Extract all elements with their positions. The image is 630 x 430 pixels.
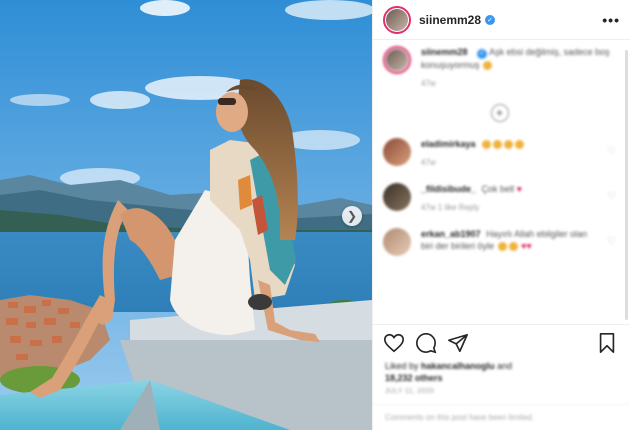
red-heart-emoji-icon: ♥ — [516, 184, 522, 194]
comment-item: eladimirkaya 47w ♡ — [383, 138, 616, 169]
caption: siinemm28 ✓ Aşk ebsi değilmiş, sadece bo… — [383, 46, 616, 90]
comment-text: Çok bell — [481, 184, 515, 194]
heart-icon[interactable] — [383, 332, 405, 354]
like-comment-heart-icon[interactable]: ♡ — [607, 236, 616, 256]
chevron-right-icon: ❯ — [346, 209, 358, 223]
verified-icon: ✓ — [485, 14, 496, 25]
action-bar — [373, 324, 630, 360]
liked-by-user[interactable]: hakancalhanoglu — [421, 361, 495, 371]
post-date: JULY 11, 2020 — [385, 388, 435, 395]
commenter-avatar[interactable] — [383, 183, 411, 211]
like-comment-heart-icon[interactable]: ♡ — [607, 146, 616, 169]
caption-username[interactable]: siinemm28 — [421, 47, 468, 57]
comments-list: siinemm28 ✓ Aşk ebsi değilmiş, sadece bo… — [383, 46, 616, 320]
post-photo[interactable]: ❯ — [0, 0, 372, 430]
photo-scene — [0, 0, 372, 430]
comment-item: erkan_ab1907 Hayırlı Allah ebilgiler ola… — [383, 228, 616, 256]
author-avatar[interactable] — [383, 5, 411, 34]
likes-count[interactable]: 18,232 others — [385, 373, 443, 383]
comment-username[interactable]: eladimirkaya — [421, 139, 476, 149]
likes-middle: and — [497, 361, 513, 371]
emoji-icon — [482, 140, 492, 150]
plus-icon: + — [495, 106, 503, 120]
post-header: siinemm28 ✓ ••• — [373, 0, 630, 40]
likes-summary: Liked by hakancalhanoglu and 18,232 othe… — [385, 360, 616, 384]
smile-emoji-icon — [483, 61, 493, 71]
commenter-avatar[interactable] — [383, 138, 411, 166]
comment-item: _fildisibude_ Çok bell ♥ 47w 1 like Repl… — [383, 183, 616, 214]
more-icon[interactable]: ••• — [602, 12, 620, 28]
comments-scrollbar[interactable] — [625, 50, 628, 320]
emoji-icon — [497, 242, 507, 252]
emoji-icon — [504, 140, 514, 150]
author-username[interactable]: siinemm28 — [419, 13, 481, 27]
add-comment-area: Comments on this post have been limited. — [373, 404, 630, 430]
emoji-icon — [515, 140, 525, 150]
caption-avatar[interactable] — [383, 46, 411, 74]
emoji-icon — [508, 242, 518, 252]
share-icon[interactable] — [447, 332, 469, 354]
like-comment-heart-icon[interactable]: ♡ — [607, 191, 616, 214]
comment-meta: 47w — [421, 158, 436, 167]
red-heart-emoji-icon: ♥♥ — [521, 241, 532, 251]
bookmark-icon[interactable] — [596, 332, 618, 354]
next-photo-button[interactable]: ❯ — [342, 206, 362, 226]
comment-icon[interactable] — [415, 332, 437, 354]
verified-icon: ✓ — [477, 49, 488, 59]
comment-username[interactable]: erkan_ab1907 — [421, 229, 481, 239]
comment-username[interactable]: _fildisibude_ — [421, 184, 476, 194]
emoji-icon — [493, 140, 503, 150]
load-more-comments-button[interactable]: + — [490, 104, 509, 122]
comment-meta: 47w 1 like Reply — [421, 203, 480, 212]
likes-prefix: Liked by — [385, 361, 419, 371]
caption-age: 47w — [421, 79, 436, 88]
post-details-panel: siinemm28 ✓ ••• siinemm28 ✓ Aşk ebsi değ… — [372, 0, 630, 430]
post-viewer: ❯ siinemm28 ✓ ••• siinemm28 ✓ Aşk ebsi d… — [0, 0, 630, 430]
commenter-avatar[interactable] — [383, 228, 411, 256]
